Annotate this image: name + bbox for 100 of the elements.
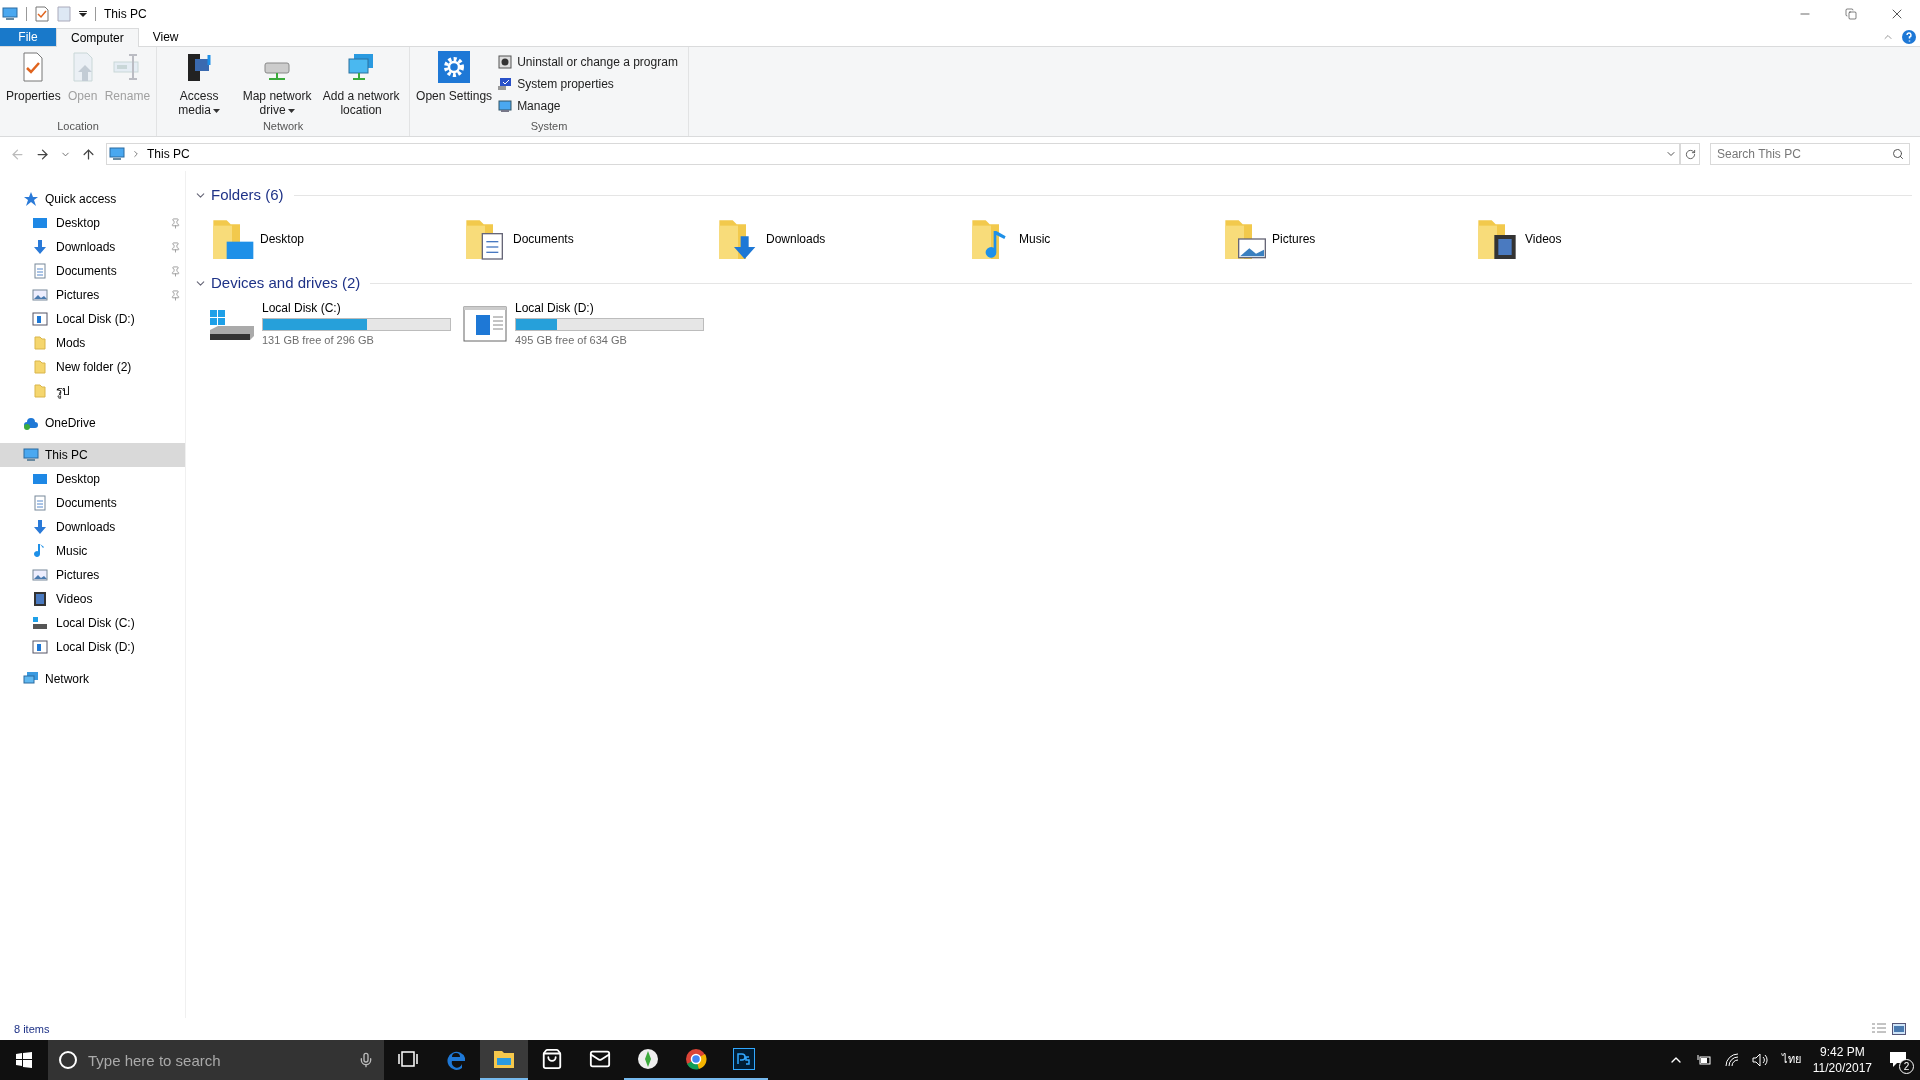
refresh-button[interactable]	[1680, 143, 1700, 165]
nav-item[interactable]: Local Disk (C:)	[0, 611, 185, 635]
language-indicator[interactable]: ไทย	[1781, 1051, 1801, 1069]
computer-icon	[109, 146, 125, 162]
nav-item[interactable]: Documents	[0, 491, 185, 515]
download-arrow-icon	[32, 519, 48, 535]
nav-item[interactable]: Desktop	[0, 211, 185, 235]
wifi-icon[interactable]	[1723, 1053, 1740, 1067]
nav-item[interactable]: Pictures	[0, 283, 185, 307]
nav-item[interactable]: Mods	[0, 331, 185, 355]
ribbon-tab[interactable]: View	[138, 28, 193, 46]
caret-icon	[287, 108, 295, 113]
ribbon-small-button[interactable]: Manage	[498, 97, 678, 115]
nav-item[interactable]: Desktop	[0, 467, 185, 491]
group-heading[interactable]: Folders (6)	[211, 183, 284, 207]
windows-logo-icon	[16, 1052, 32, 1068]
drive-tile[interactable]: Local Disk (D:) 495 GB free of 634 GB	[461, 299, 714, 349]
folder-tile[interactable]: Pictures	[1220, 213, 1473, 265]
star-icon	[23, 191, 39, 207]
group-label: System	[529, 118, 569, 134]
nav-item[interactable]: OneDrive	[0, 411, 185, 435]
drive-name: Local Disk (D:)	[515, 301, 595, 316]
drive-name: Local Disk (C:)	[262, 301, 342, 316]
ribbon-button[interactable]: Properties	[4, 51, 63, 103]
folder-tile[interactable]: Desktop	[208, 213, 461, 265]
help-icon[interactable]	[1902, 30, 1916, 44]
shopping-bag-icon	[541, 1048, 563, 1070]
checkmark-page-icon[interactable]	[35, 6, 49, 22]
ribbon-button[interactable]: Add a network location	[317, 51, 406, 117]
drive-icon	[32, 615, 48, 631]
folder-icon	[32, 335, 48, 351]
microphone-icon[interactable]	[358, 1052, 374, 1068]
nav-item[interactable]: Pictures	[0, 563, 185, 587]
nav-item[interactable]: Videos	[0, 587, 185, 611]
round-browser-icon	[685, 1048, 707, 1070]
folder-tile[interactable]: Music	[967, 213, 1220, 265]
free-space-text: 131 GB free of 296 GB	[262, 333, 375, 347]
dropdown-icon[interactable]	[79, 11, 87, 17]
settings-icon	[438, 51, 471, 83]
battery-plug-icon[interactable]	[1695, 1054, 1712, 1066]
ribbon-small-button[interactable]: Uninstall or change a program	[498, 53, 678, 71]
document-icon	[32, 263, 48, 279]
nav-item[interactable]: New folder (2)	[0, 355, 185, 379]
file-tab[interactable]: File	[0, 28, 56, 46]
group-label: Network	[261, 118, 305, 134]
free-space-text: 495 GB free of 634 GB	[515, 333, 628, 347]
nav-item[interactable]: Network	[0, 667, 185, 691]
ribbon-button[interactable]: Open Settings	[414, 51, 495, 103]
ribbon-button[interactable]: Map network drive	[239, 51, 316, 117]
speaker-icon[interactable]	[1751, 1053, 1770, 1067]
download-arrow-icon	[32, 239, 48, 255]
nav-item[interactable]: Local Disk (D:)	[0, 307, 185, 331]
network-icon	[23, 671, 39, 687]
drive-window-icon	[32, 639, 48, 655]
large-icons-view-icon[interactable]	[1892, 1023, 1906, 1035]
folder-tile[interactable]: Downloads	[714, 213, 967, 265]
breadcrumb-item[interactable]: This PC	[147, 145, 190, 163]
group-heading[interactable]: Devices and drives (2)	[211, 271, 361, 295]
address-bar[interactable]: This PC	[106, 143, 1680, 165]
monitor-check-icon	[498, 77, 513, 91]
nav-item[interactable]: Music	[0, 539, 185, 563]
document-icon	[32, 495, 48, 511]
nav-item[interactable]: This PC	[0, 443, 185, 467]
desktop-icon	[32, 471, 48, 487]
computer-icon	[2, 6, 18, 22]
taskbar-search-field[interactable]: Type here to search	[48, 1040, 384, 1080]
notification-icon[interactable]	[1889, 1051, 1907, 1069]
folder-icon	[493, 1049, 515, 1069]
clock[interactable]: 9:42 PM 11/20/2017	[1812, 1044, 1872, 1076]
task-view-icon	[398, 1051, 418, 1067]
drive-tile[interactable]: Local Disk (C:) 131 GB free of 296 GB	[208, 299, 461, 349]
nav-item[interactable]: Quick access	[0, 187, 185, 211]
forward-icon[interactable]	[35, 146, 50, 162]
nav-item[interactable]: Documents	[0, 259, 185, 283]
folder-tile[interactable]: Documents	[461, 213, 714, 265]
drive-window-icon	[32, 311, 48, 327]
ribbon-button[interactable]: Access media	[161, 51, 238, 117]
folder-icon	[32, 383, 48, 399]
folder-tile[interactable]: Videos	[1473, 213, 1726, 265]
ps-square-icon	[733, 1048, 755, 1070]
nav-item[interactable]: รูป	[0, 379, 185, 403]
up-icon[interactable]	[81, 146, 96, 162]
picture-icon	[32, 567, 48, 583]
nav-item[interactable]: Downloads	[0, 515, 185, 539]
breadcrumb-separator-icon	[131, 149, 141, 159]
taskbar-app-button[interactable]	[480, 1040, 528, 1080]
nav-item[interactable]: Local Disk (D:)	[0, 635, 185, 659]
search-field[interactable]: Search This PC	[1710, 143, 1910, 165]
notification-count: 2	[1899, 1059, 1914, 1074]
mail-icon	[589, 1048, 611, 1070]
picture-icon	[32, 287, 48, 303]
nav-item[interactable]: Downloads	[0, 235, 185, 259]
ribbon-small-button[interactable]: System properties	[498, 75, 678, 93]
group-label: Location	[56, 118, 100, 134]
item-count: 8 items	[14, 1021, 50, 1037]
ring-icon	[58, 1050, 78, 1070]
drive-window-icon	[461, 304, 509, 344]
ribbon-tab[interactable]: Computer	[56, 28, 139, 47]
caret-icon	[212, 108, 220, 113]
computer-icon	[23, 447, 39, 463]
